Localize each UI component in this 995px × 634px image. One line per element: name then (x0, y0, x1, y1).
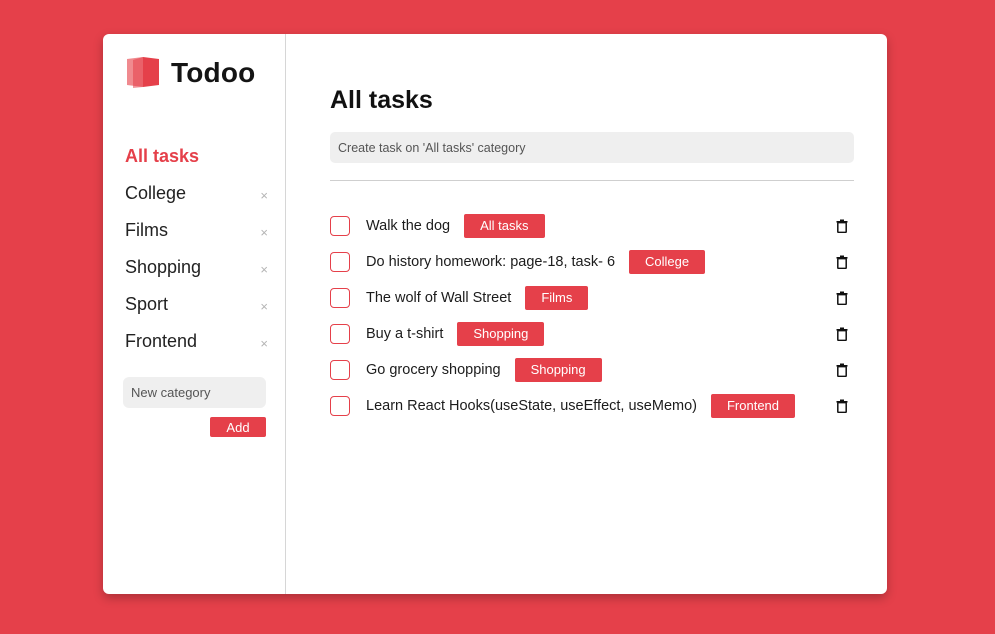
logo: Todoo (126, 56, 255, 90)
close-icon[interactable]: × (260, 225, 268, 240)
sidebar-item-shopping[interactable]: Shopping × (125, 249, 271, 286)
category-label: College (125, 183, 187, 203)
add-category-button[interactable]: Add (210, 417, 266, 437)
create-task-input[interactable] (330, 132, 854, 163)
app-card: Todoo All tasks College × Films × Shopping × Sp… (103, 34, 887, 594)
task-text: Buy a t-shirt (366, 326, 444, 342)
close-icon[interactable]: × (260, 336, 268, 351)
book-icon (127, 57, 159, 88)
app-name: Todoo (171, 57, 256, 88)
task-row: Go grocery shopping Shopping (330, 352, 854, 388)
task-category-badge: Frontend (710, 394, 796, 418)
category-label: All tasks (125, 146, 200, 166)
sidebar-item-sport[interactable]: Sport × (125, 286, 271, 323)
category-label: Films (125, 220, 168, 240)
task-checkbox[interactable] (330, 360, 350, 380)
trash-icon[interactable] (836, 399, 848, 413)
category-label: Shopping (125, 257, 202, 277)
task-text: The wolf of Wall Street (366, 290, 512, 306)
main-panel: All tasks Walk the dog All tasks Do histor… (286, 34, 887, 594)
task-text: Learn React Hooks(useState, useEffect, u… (366, 398, 697, 414)
task-text: Do history homework: page-18, task- 6 (366, 254, 616, 270)
divider (330, 180, 854, 181)
task-category-badge: Shopping (457, 322, 545, 346)
close-icon[interactable]: × (260, 299, 268, 314)
category-label: Sport (125, 294, 169, 314)
task-checkbox[interactable] (330, 216, 350, 236)
task-category-badge: All tasks (464, 214, 545, 238)
task-row: Learn React Hooks(useState, useEffect, u… (330, 388, 854, 424)
task-row: Walk the dog All tasks (330, 208, 854, 244)
trash-icon[interactable] (836, 255, 848, 269)
sidebar-item-frontend[interactable]: Frontend × (125, 323, 271, 360)
task-text: Go grocery shopping (366, 362, 501, 378)
task-list: Walk the dog All tasks Do history homework… (330, 208, 854, 424)
category-list: All tasks College × Films × Shopping × Sport × Fr… (125, 138, 271, 360)
sidebar-item-all-tasks[interactable]: All tasks (125, 138, 271, 175)
trash-icon[interactable] (836, 219, 848, 233)
task-checkbox[interactable] (330, 324, 350, 344)
task-category-badge: College (629, 250, 706, 274)
trash-icon[interactable] (836, 327, 848, 341)
page-title: All tasks (330, 86, 433, 114)
task-category-badge: Films (525, 286, 589, 310)
trash-icon[interactable] (836, 363, 848, 377)
task-checkbox[interactable] (330, 252, 350, 272)
trash-icon[interactable] (836, 291, 848, 305)
sidebar: Todoo All tasks College × Films × Shopping × Sp… (103, 34, 286, 594)
task-text: Walk the dog (366, 218, 451, 234)
task-checkbox[interactable] (330, 288, 350, 308)
new-category-input[interactable] (123, 377, 266, 408)
task-checkbox[interactable] (330, 396, 350, 416)
category-label: Frontend (125, 331, 198, 351)
task-row: Buy a t-shirt Shopping (330, 316, 854, 352)
close-icon[interactable]: × (260, 262, 268, 277)
task-category-badge: Shopping (514, 358, 602, 382)
sidebar-item-college[interactable]: College × (125, 175, 271, 212)
task-row: The wolf of Wall Street Films (330, 280, 854, 316)
sidebar-item-films[interactable]: Films × (125, 212, 271, 249)
task-row: Do history homework: page-18, task- 6 Col… (330, 244, 854, 280)
close-icon[interactable]: × (260, 188, 268, 203)
